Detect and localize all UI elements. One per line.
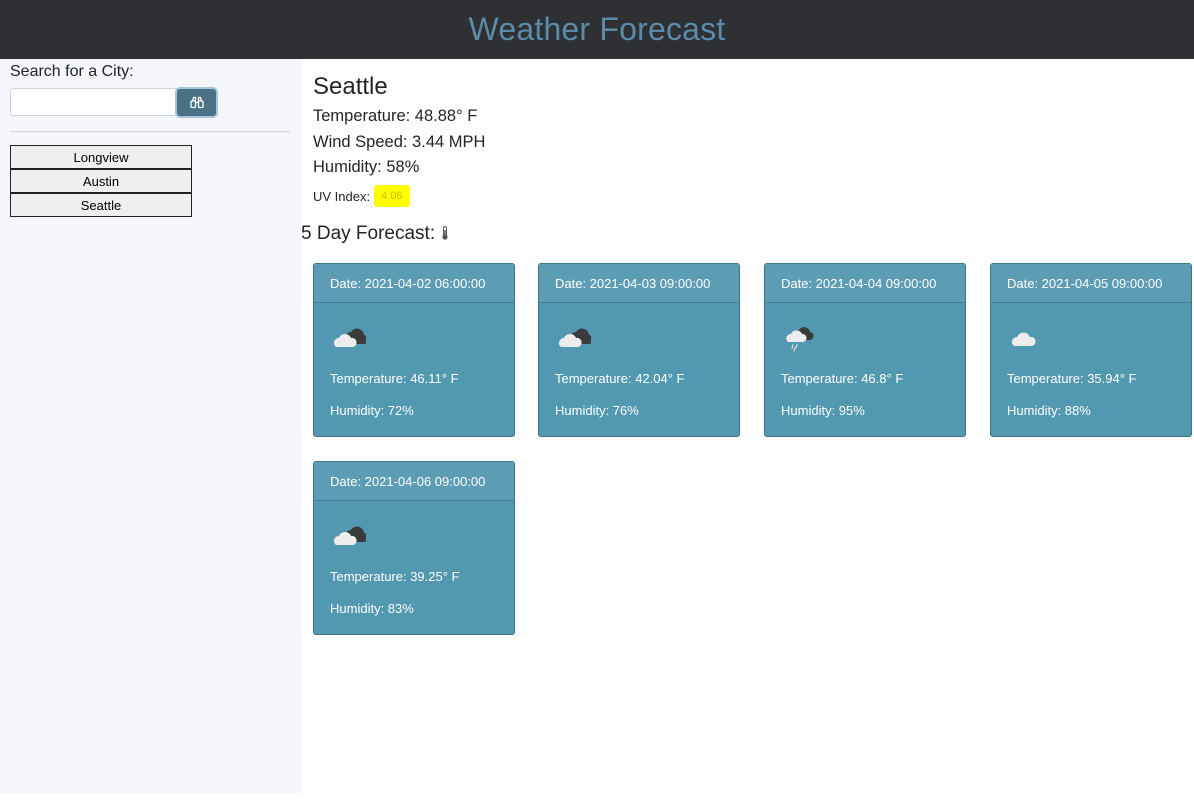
forecast-card-humidity: Humidity: 88% [1007,403,1091,418]
forecast-card-date: Date: 2021-04-03 09:00:00 [539,264,739,303]
app-header: Weather Forecast [0,0,1194,59]
forecast-card-temperature: Temperature: 46.11° F [330,371,459,386]
forecast-card-humidity: Humidity: 76% [555,403,639,418]
forecast-card: Date: 2021-04-06 09:00:00 Temperature: 3… [313,461,515,635]
broken-clouds-icon [332,524,369,553]
forecast-card: Date: 2021-04-02 06:00:00 Temperature: 4… [313,263,515,437]
cloud-icon [1009,326,1043,355]
uv-index-label: UV Index: [313,188,371,204]
city-search-input[interactable] [10,88,186,116]
broken-clouds-icon [332,326,369,355]
forecast-title: 5 Day Forecast: [301,223,436,244]
search-label: Search for a City: [10,63,134,80]
page-bottom-margin [0,793,1194,811]
page-title: Weather Forecast [468,11,726,47]
sidebar: Search for a City: Longview Austin Seatt… [0,59,301,793]
forecast-card-humidity: Humidity: 83% [330,601,414,616]
forecast-card-temperature: Temperature: 42.04° F [555,371,685,386]
uv-index-badge: 4.06 [374,185,410,207]
forecast-card-temperature: Temperature: 35.94° F [1007,371,1137,386]
main-content: Seattle Temperature: 48.88° F Wind Speed… [301,59,1194,799]
search-button[interactable] [175,87,218,118]
thermometer-icon [441,225,449,243]
forecast-heading: 5 Day Forecast: [301,223,449,245]
current-humidity: Humidity: 58% [313,158,420,176]
uv-index-row: UV Index: 4.06 [313,185,410,207]
history-button-austin[interactable]: Austin [10,169,192,193]
sidebar-divider [10,131,290,132]
forecast-card-date: Date: 2021-04-02 06:00:00 [314,264,514,303]
binoculars-icon [189,96,204,109]
rain-cloud-icon [783,326,817,357]
forecast-card-humidity: Humidity: 72% [330,403,414,418]
current-city-name: Seattle [313,73,388,100]
forecast-card-date: Date: 2021-04-05 09:00:00 [991,264,1191,303]
forecast-card-humidity: Humidity: 95% [781,403,865,418]
forecast-card: Date: 2021-04-04 09:00:00 Temperature: 4… [764,263,966,437]
broken-clouds-icon [557,326,594,355]
forecast-card-date: Date: 2021-04-04 09:00:00 [765,264,965,303]
forecast-card: Date: 2021-04-05 09:00:00 Temperature: 3… [990,263,1192,437]
forecast-card-temperature: Temperature: 46.8° F [781,371,904,386]
forecast-card: Date: 2021-04-03 09:00:00 Temperature: 4… [538,263,740,437]
history-button-longview[interactable]: Longview [10,145,192,169]
current-temperature: Temperature: 48.88° F [313,107,478,125]
search-history: Longview Austin Seattle [10,145,192,217]
forecast-card-date: Date: 2021-04-06 09:00:00 [314,462,514,501]
history-button-seattle[interactable]: Seattle [10,193,192,217]
forecast-card-temperature: Temperature: 39.25° F [330,569,460,584]
current-wind-speed: Wind Speed: 3.44 MPH [313,133,486,151]
